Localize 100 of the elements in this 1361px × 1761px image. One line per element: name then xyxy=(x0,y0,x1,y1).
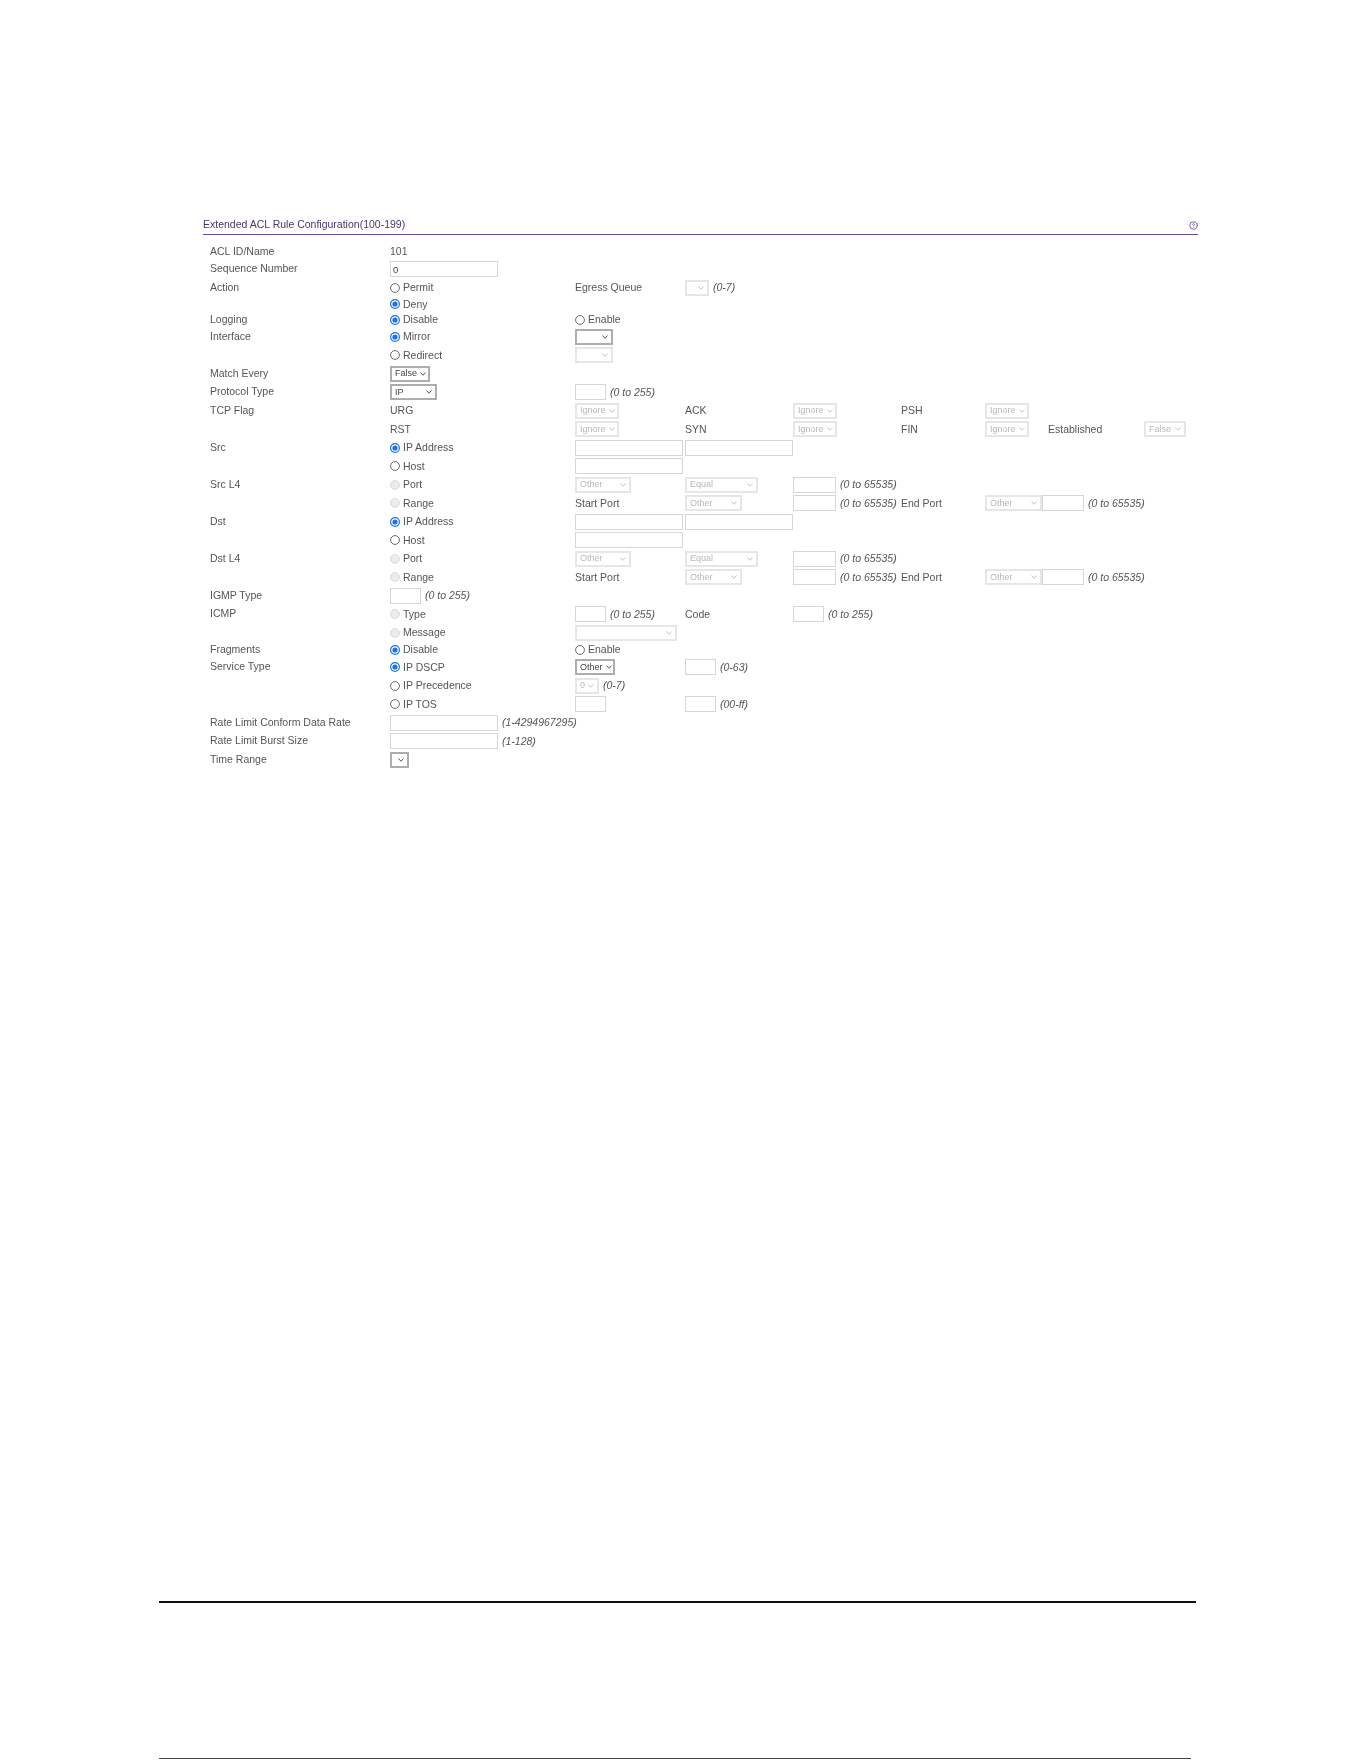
field-label: Fragments xyxy=(210,643,261,655)
radio-button[interactable] xyxy=(390,461,400,472)
radio-label[interactable]: IP Precedence xyxy=(403,679,472,692)
chevron-down-icon xyxy=(731,501,737,506)
dropdown[interactable] xyxy=(575,328,613,345)
help-icon[interactable] xyxy=(1189,221,1198,230)
input-field[interactable] xyxy=(575,696,606,712)
radio-button[interactable] xyxy=(390,282,400,293)
radio-label[interactable]: Disable xyxy=(403,643,439,657)
chevron-down-icon xyxy=(1018,427,1025,432)
input-field[interactable] xyxy=(575,439,683,456)
input-field[interactable] xyxy=(390,587,421,604)
chevron-down-icon xyxy=(826,408,833,413)
radio-label[interactable]: Enable xyxy=(588,313,621,327)
chevron-down-icon xyxy=(602,334,608,339)
radio-button[interactable] xyxy=(390,516,400,527)
chevron-down-icon xyxy=(1175,427,1181,432)
field-label: Action xyxy=(210,280,240,293)
chevron-down-icon xyxy=(1031,575,1037,580)
input-field[interactable] xyxy=(685,696,716,712)
range-hint: (0 to 255) xyxy=(828,607,873,621)
chevron-down-icon xyxy=(620,556,626,561)
input-field[interactable] xyxy=(685,513,793,530)
input-field[interactable]: 0 xyxy=(390,261,498,277)
radio-label[interactable]: Host xyxy=(403,533,425,547)
range-hint: (0 to 255) xyxy=(425,589,470,603)
dropdown[interactable]: IP xyxy=(390,384,437,401)
range-hint: (0 to 65535) xyxy=(1088,570,1145,584)
radio-button[interactable] xyxy=(390,662,400,672)
field-label: Sequence Number xyxy=(210,262,298,275)
dropdown[interactable]: False xyxy=(390,365,430,382)
input-field[interactable] xyxy=(793,606,824,623)
radio-button[interactable] xyxy=(390,331,400,342)
range-hint: (1-4294967295) xyxy=(502,716,577,729)
range-hint: (0-7) xyxy=(713,281,736,294)
radio-button[interactable] xyxy=(390,442,400,453)
chevron-down-icon xyxy=(605,665,612,669)
input-field[interactable] xyxy=(793,495,836,512)
radio-label[interactable]: IP DSCP xyxy=(403,660,445,674)
field-label: End Port xyxy=(901,570,942,584)
radio-button[interactable] xyxy=(390,299,400,310)
radio-label[interactable]: Enable xyxy=(588,643,621,657)
radio-label[interactable]: IP Address xyxy=(403,515,454,529)
field-label: FIN xyxy=(901,422,918,436)
dropdown[interactable]: Other xyxy=(575,659,615,675)
radio-label[interactable]: IP Address xyxy=(403,441,454,455)
range-hint: (0 to 65535) xyxy=(1088,496,1145,510)
input-field[interactable] xyxy=(793,476,836,493)
input-field[interactable] xyxy=(685,439,793,456)
radio-label[interactable]: Disable xyxy=(403,313,439,327)
dropdown[interactable] xyxy=(390,751,409,768)
chevron-down-icon xyxy=(731,575,737,580)
radio-button[interactable] xyxy=(390,680,400,691)
field-label: End Port xyxy=(901,496,942,510)
panel-title: Extended ACL Rule Configuration(100-199) xyxy=(203,218,406,231)
field-label: Start Port xyxy=(575,496,620,510)
chevron-down-icon xyxy=(426,390,432,395)
input-field[interactable] xyxy=(1042,569,1084,586)
radio-button[interactable] xyxy=(390,350,400,361)
field-label: Interface xyxy=(210,329,251,342)
chevron-down-icon xyxy=(420,371,426,376)
input-field[interactable] xyxy=(575,532,683,549)
input-field[interactable] xyxy=(575,513,683,530)
input-field[interactable] xyxy=(390,714,498,731)
input-field[interactable] xyxy=(575,384,606,401)
input-field[interactable] xyxy=(390,733,498,749)
range-hint: (1-128) xyxy=(502,734,536,748)
field-label: Dst xyxy=(210,514,226,527)
radio-label[interactable]: Redirect xyxy=(403,348,443,362)
radio-button[interactable] xyxy=(390,699,400,709)
radio-label[interactable]: Mirror xyxy=(403,330,431,344)
chevron-down-icon xyxy=(1018,408,1025,413)
field-label: Logging xyxy=(210,312,248,325)
chevron-down-icon xyxy=(398,757,404,762)
range-hint: (0 to 65535) xyxy=(840,570,897,584)
field-label: ACL ID/Name xyxy=(210,245,275,257)
radio-label[interactable]: IP TOS xyxy=(403,697,437,711)
radio-label[interactable]: Permit xyxy=(403,281,434,294)
radio-label[interactable]: Host xyxy=(403,459,425,473)
chevron-down-icon xyxy=(747,482,753,487)
range-hint: (0 to 255) xyxy=(610,385,655,399)
input-field[interactable] xyxy=(793,550,836,567)
range-hint: (00-ff) xyxy=(720,697,748,711)
field-label: URG xyxy=(390,404,414,418)
radio-button[interactable] xyxy=(390,535,400,546)
radio-label[interactable]: Deny xyxy=(403,297,428,311)
field-label: PSH xyxy=(901,404,923,418)
input-field[interactable] xyxy=(575,458,683,475)
radio-button[interactable] xyxy=(390,314,400,325)
field-label: Dst L4 xyxy=(210,551,241,564)
input-field[interactable] xyxy=(793,569,836,586)
radio-button[interactable] xyxy=(390,644,400,655)
radio-button[interactable] xyxy=(575,314,585,325)
input-field[interactable] xyxy=(575,606,606,623)
field-label: Protocol Type xyxy=(210,385,274,398)
input-field[interactable] xyxy=(1042,495,1084,512)
radio-button[interactable] xyxy=(575,644,585,655)
range-hint: (0 to 255) xyxy=(610,607,655,621)
input-field[interactable] xyxy=(685,659,716,675)
chevron-down-icon xyxy=(602,353,608,358)
